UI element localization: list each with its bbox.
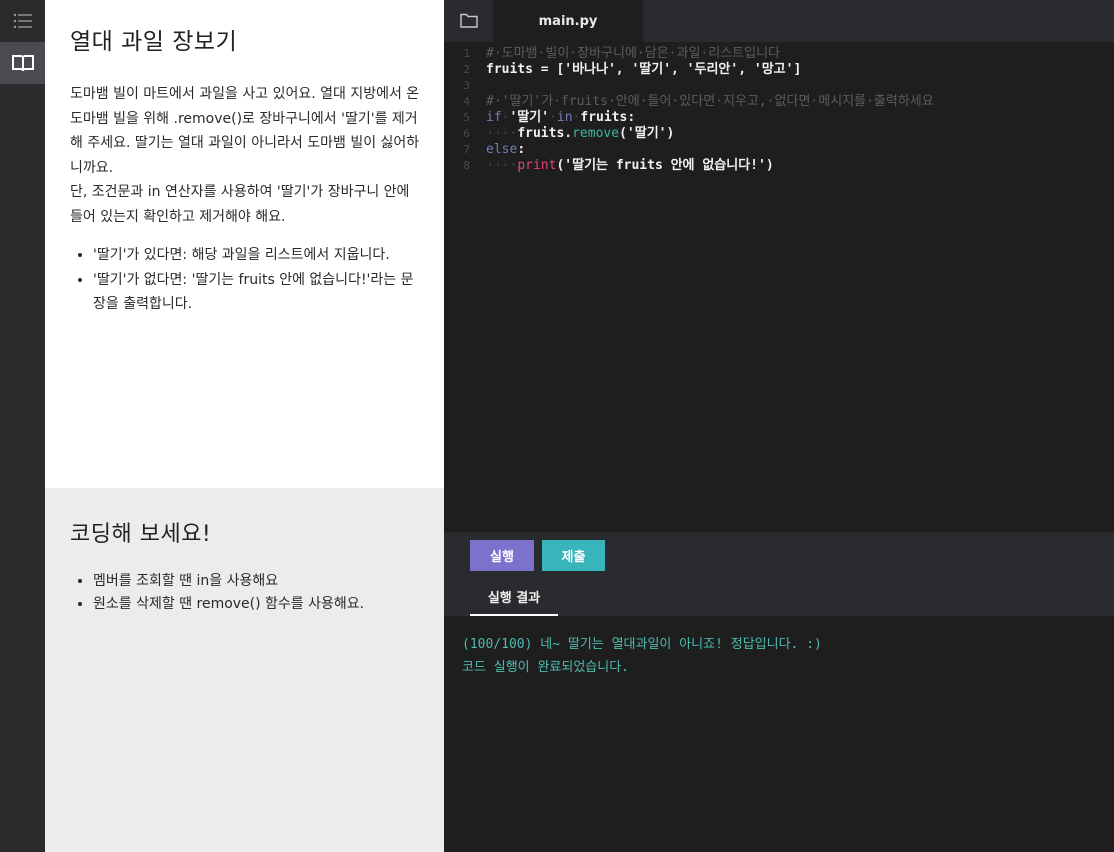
code-line: 3: [444, 78, 1114, 94]
run-button[interactable]: 실행: [470, 540, 534, 571]
instruction-title: 열대 과일 장보기: [70, 29, 238, 55]
code-keyword: if: [486, 110, 502, 125]
code-string: ('딸기는 fruits 안에 없습니다!'): [556, 158, 774, 173]
line-number: 6: [463, 127, 470, 140]
code-method: remove: [572, 126, 620, 141]
book-icon: [11, 55, 34, 72]
instruction-list: '딸기'가 있다면: 해당 과일을 리스트에서 지웁니다. '딸기'가 없다면:…: [70, 243, 420, 317]
instruction-item: '딸기'가 없다면: '딸기는 fruits 안에 없습니다!'라는 문장을 출…: [93, 268, 420, 317]
left-rail: [0, 0, 45, 852]
code-line: 8 ···· print ('딸기는 fruits 안에 없습니다!'): [444, 158, 1114, 174]
code-text: fruits.: [517, 126, 573, 141]
instruction-item: '딸기'가 있다면: 해당 과일을 리스트에서 지웁니다.: [93, 243, 420, 268]
code-comment: #·도마뱀·빌이·장바구니에·담은·과일·리스트입니다: [486, 46, 780, 61]
list-icon: [13, 13, 32, 29]
line-number: 1: [463, 47, 470, 60]
tab-main-py[interactable]: main.py: [493, 0, 643, 42]
tab-run-result[interactable]: 실행 결과: [470, 578, 558, 616]
code-editor[interactable]: main.py 1 #·도마뱀·빌이·장바구니에·담은·과일·리스트입니다 2 …: [444, 0, 1114, 532]
code-area[interactable]: 1 #·도마뱀·빌이·장바구니에·담은·과일·리스트입니다 2 fruits =…: [444, 42, 1114, 174]
instruction-paragraph-1: 도마뱀 빌이 마트에서 과일을 사고 있어요. 열대 지방에서 온 도마뱀 빌을…: [70, 86, 420, 176]
output-line: (100/100) 네~ 딸기는 열대과일이 아니죠! 정답입니다. :): [462, 637, 822, 652]
folder-button[interactable]: [458, 9, 480, 31]
instruction-paragraph-2: 단, 조건문과 in 연산자를 사용하여 '딸기'가 장바구니 안에 들어 있는…: [70, 184, 410, 225]
output-console: (100/100) 네~ 딸기는 열대과일이 아니죠! 정답입니다. :) 코드…: [444, 616, 1114, 852]
code-line: 6 ···· fruits. remove ('딸기'): [444, 126, 1114, 142]
hint-panel: 코딩해 보세요! 멤버를 조회할 땐 in을 사용해요 원소를 삭제할 땐 re…: [45, 488, 444, 852]
code-text: :: [517, 142, 526, 157]
code-line: 4 #·'딸기'가·fruits·안에·들어·있다면·지우고,·없다면·메시지를…: [444, 94, 1114, 110]
code-text: fruits = ['바나나', '딸기', '두리안', '망고']: [486, 62, 802, 77]
line-number: 8: [463, 159, 470, 172]
output-line: 코드 실행이 완료되었습니다.: [462, 660, 630, 675]
submit-button[interactable]: 제출: [542, 540, 605, 571]
code-text: fruits:: [580, 110, 636, 125]
code-line: 2 fruits = ['바나나', '딸기', '두리안', '망고']: [444, 62, 1114, 78]
book-button[interactable]: [0, 42, 45, 84]
code-line: 5 if · '딸기' · in · fruits:: [444, 110, 1114, 126]
code-line: 1 #·도마뱀·빌이·장바구니에·담은·과일·리스트입니다: [444, 46, 1114, 62]
hint-list: 멤버를 조회할 땐 in을 사용해요 원소를 삭제할 땐 remove() 함수…: [70, 570, 420, 616]
line-number: 4: [463, 95, 470, 108]
control-bar: 실행 제출: [444, 532, 1114, 578]
hint-item: 원소를 삭제할 땐 remove() 함수를 사용해요.: [93, 593, 420, 616]
code-keyword: in: [556, 110, 573, 125]
code-keyword: else: [486, 142, 518, 157]
editor-tabbar: main.py: [444, 0, 1114, 42]
output-tabbar: 실행 결과: [444, 578, 1114, 616]
line-number: 3: [463, 79, 470, 92]
code-string: '딸기': [509, 110, 550, 125]
line-number: 7: [463, 143, 470, 156]
line-number: 5: [463, 111, 470, 124]
hint-item: 멤버를 조회할 땐 in을 사용해요: [93, 570, 420, 593]
code-string: ('딸기'): [619, 126, 675, 141]
instruction-panel: 열대 과일 장보기 도마뱀 빌이 마트에서 과일을 사고 있어요. 열대 지방에…: [45, 0, 444, 488]
code-comment: #·'딸기'가·fruits·안에·들어·있다면·지우고,·없다면·메시지를·출…: [486, 94, 934, 109]
folder-icon: [460, 13, 478, 28]
list-button[interactable]: [0, 0, 45, 42]
hint-title: 코딩해 보세요!: [70, 522, 212, 547]
line-number: 2: [463, 63, 470, 76]
code-function: print: [517, 158, 557, 173]
code-line: 7 else :: [444, 142, 1114, 158]
